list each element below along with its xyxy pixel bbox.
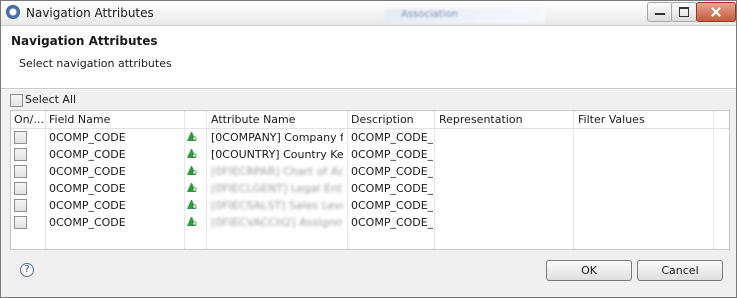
description-cell: 0COMP_CODE_... (351, 216, 433, 229)
column-header-representation[interactable]: Representation (439, 113, 569, 126)
select-all-box[interactable] (10, 93, 23, 107)
help-icon[interactable]: ? (20, 263, 34, 277)
description-cell: 0COMP_CODE_... (351, 199, 433, 212)
field-name-cell: 0COMP_CODE (49, 199, 126, 212)
page-subtitle: Select navigation attributes (19, 57, 172, 70)
attribute-icon (187, 183, 197, 192)
description-cell: 0COMP_CODE_... (351, 131, 433, 144)
column-header-filter-values[interactable]: Filter Values (578, 113, 708, 126)
attribute-icon (187, 217, 197, 226)
attribute-icon (187, 200, 197, 209)
ok-button[interactable]: OK (546, 260, 632, 281)
close-button[interactable] (696, 2, 736, 22)
table-row[interactable]: 0COMP_CODE [0FIECLGENT] Legal Entity (...… (11, 180, 729, 197)
attribute-name-cell: [0FIECRPAR] Chart of Acco... (211, 165, 343, 178)
attributes-table: On/... Field Name Attribute Name Descrip… (10, 110, 730, 250)
maximize-button[interactable] (671, 2, 697, 22)
field-name-cell: 0COMP_CODE (49, 182, 126, 195)
row-checkbox[interactable] (14, 165, 27, 178)
dialog-header: Navigation Attributes Select navigation … (1, 26, 736, 88)
field-name-cell: 0COMP_CODE (49, 148, 126, 161)
column-header-onoff[interactable]: On/... (14, 113, 44, 126)
table-row[interactable]: 0COMP_CODE [0FIECVACCH2] Assignment ... 0C… (11, 214, 729, 231)
table-row[interactable]: 0COMP_CODE [0COMPANY] Company fo... 0COMP_… (11, 129, 729, 146)
background-tab-label: Association (401, 9, 458, 20)
attribute-name-cell: [0FIECLGENT] Legal Entity (... (211, 182, 343, 195)
attribute-name-cell: [0COUNTRY] Country Key f... (211, 148, 343, 161)
row-checkbox[interactable] (14, 182, 27, 195)
row-checkbox[interactable] (14, 131, 27, 144)
column-header-field-name[interactable]: Field Name (49, 113, 179, 126)
row-checkbox[interactable] (14, 216, 27, 229)
table-row[interactable]: 0COMP_CODE [0FIECSALST] Sales Levels (...… (11, 197, 729, 214)
table-header: On/... Field Name Attribute Name Descrip… (11, 111, 729, 129)
attribute-icon (187, 132, 197, 141)
cancel-button[interactable]: Cancel (637, 260, 723, 281)
window-title: Navigation Attributes (26, 6, 154, 20)
attribute-name-cell: [0FIECVACCH2] Assignment ... (211, 216, 343, 229)
attribute-name-cell: [0FIECSALST] Sales Levels (... (211, 199, 343, 212)
background-tab: Association (385, 9, 545, 23)
app-icon (6, 5, 20, 19)
attribute-icon (187, 149, 197, 158)
description-cell: 0COMP_CODE_... (351, 148, 433, 161)
column-header-attribute-name[interactable]: Attribute Name (211, 113, 341, 126)
attribute-icon (187, 166, 197, 175)
description-cell: 0COMP_CODE_... (351, 182, 433, 195)
select-all-checkbox[interactable]: Select All (10, 93, 76, 107)
dialog-window: Navigation Attributes Association Naviga… (0, 0, 737, 298)
page-title: Navigation Attributes (11, 34, 158, 48)
row-checkbox[interactable] (14, 199, 27, 212)
header-divider-highlight (1, 89, 736, 90)
minimize-button[interactable] (647, 2, 673, 22)
description-cell: 0COMP_CODE_... (351, 165, 433, 178)
table-row[interactable]: 0COMP_CODE [0FIECRPAR] Chart of Acco... 0C… (11, 163, 729, 180)
title-bar[interactable]: Navigation Attributes Association (1, 1, 736, 26)
field-name-cell: 0COMP_CODE (49, 165, 126, 178)
attribute-name-cell: [0COMPANY] Company fo... (211, 131, 343, 144)
field-name-cell: 0COMP_CODE (49, 131, 126, 144)
column-header-description[interactable]: Description (351, 113, 431, 126)
field-name-cell: 0COMP_CODE (49, 216, 126, 229)
table-row[interactable]: 0COMP_CODE [0COUNTRY] Country Key f... 0CO… (11, 146, 729, 163)
row-checkbox[interactable] (14, 148, 27, 161)
select-all-label: Select All (25, 93, 77, 106)
